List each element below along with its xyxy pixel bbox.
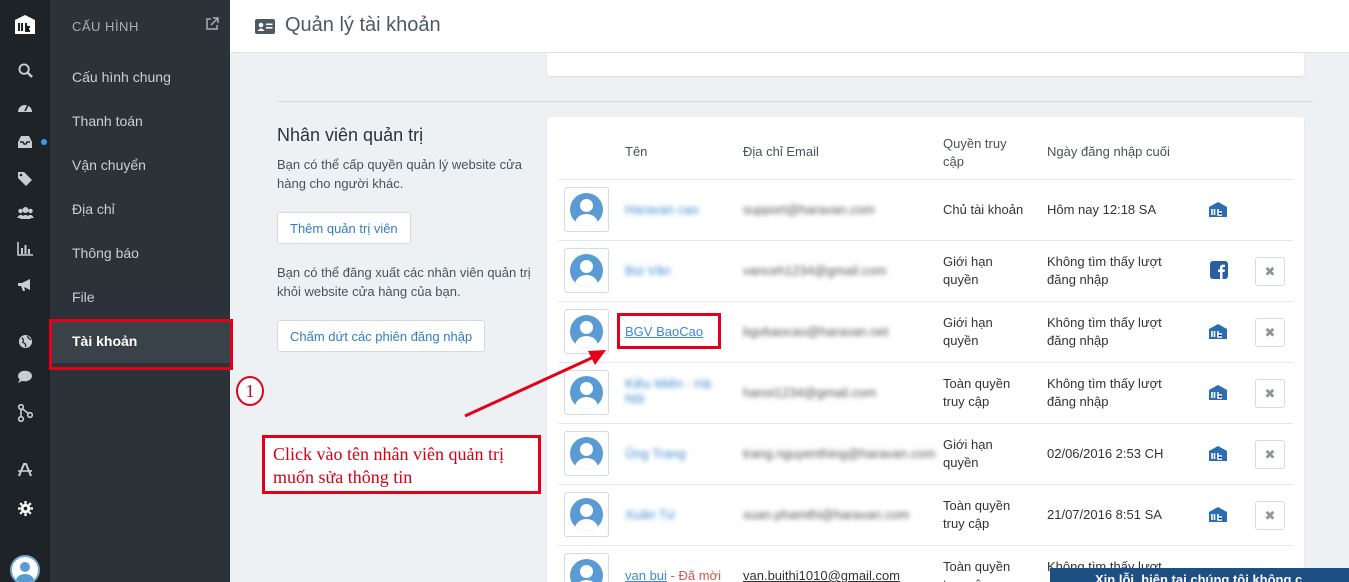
sidebar-item-shipping[interactable]: Vận chuyển <box>50 143 230 187</box>
staff-access: Giới hạn quyền <box>943 437 993 470</box>
sidebar-item-file[interactable]: File <box>50 275 230 319</box>
name-highlight <box>617 313 721 349</box>
staff-last-login: Không tìm thấy lượt đăng nhập <box>1047 254 1162 287</box>
avatar <box>564 553 609 582</box>
chat-bar[interactable]: Xin lỗi, hiện tại chúng tôi không c... <box>1050 568 1349 582</box>
staff-last-login: 02/06/2016 2:53 CH <box>1047 446 1164 461</box>
staff-access: Chủ tài khoản <box>943 202 1024 217</box>
staff-name-link[interactable]: van bui <box>625 568 667 582</box>
previous-section-card <box>547 53 1304 76</box>
stats-icon[interactable] <box>0 239 50 259</box>
facebook-icon <box>1210 261 1228 279</box>
delete-button[interactable]: ✖ <box>1255 440 1285 469</box>
staff-last-login: Hôm nay 12:18 SA <box>1047 202 1157 217</box>
staff-name-link[interactable]: Kiều Miên - Hà Nội <box>625 376 725 406</box>
arrow-icon <box>464 350 606 418</box>
table-row: Kiều Miên - Hà Nội hanoi1234@gmail.com T… <box>558 362 1293 423</box>
staff-access: Giới hạn quyền <box>943 254 993 287</box>
staff-last-login: 21/07/2016 8:51 SA <box>1047 507 1162 522</box>
staff-email: support@haravan.com <box>743 202 875 217</box>
header-email: Địa chỉ Email <box>743 144 819 159</box>
id-card-icon <box>255 19 275 34</box>
page-title: Quản lý tài khoản <box>285 14 441 36</box>
staff-email: trang.nguyenthing@haravan.com <box>743 446 936 461</box>
platform-logo-icon <box>1209 385 1227 400</box>
sidebar-item-general[interactable]: Cấu hình chung <box>50 55 230 99</box>
delete-button[interactable]: ✖ <box>1255 501 1285 530</box>
step-number: 1 <box>236 376 264 406</box>
staff-email: bgvbaocao@haravan.net <box>743 324 889 339</box>
staff-email: vanceh1234@gmail.com <box>743 263 887 278</box>
table-row: Xuân Tứ xuan.phamthi@haravan.com Toàn qu… <box>558 484 1293 545</box>
staff-access: Toàn quyền truy cập <box>943 559 1011 582</box>
platform-logo-icon <box>1209 446 1227 461</box>
page-header: Quản lý tài khoản <box>230 0 1349 53</box>
megaphone-icon[interactable] <box>0 275 50 295</box>
sidebar-item-address[interactable]: Địa chỉ <box>50 187 230 231</box>
sidebar-item-payment[interactable]: Thanh toán <box>50 99 230 143</box>
external-link-icon[interactable] <box>205 17 219 31</box>
avatar[interactable] <box>10 555 40 582</box>
avatar <box>564 492 609 537</box>
staff-last-login: Không tìm thấy lượt đăng nhập <box>1047 315 1162 348</box>
share-icon[interactable] <box>0 403 50 423</box>
chat-icon[interactable] <box>0 367 50 387</box>
notification-dot <box>41 139 47 145</box>
users-icon[interactable] <box>0 203 50 223</box>
invited-badge: - Đã mời <box>670 568 721 582</box>
add-admin-button[interactable]: Thêm quản trị viên <box>277 212 411 244</box>
avatar <box>564 431 609 476</box>
staff-name-link[interactable]: Bùi Vân <box>625 263 671 278</box>
avatar <box>564 187 609 232</box>
dashboard-icon[interactable] <box>0 96 50 116</box>
search-icon[interactable] <box>0 60 50 80</box>
staff-name-link[interactable]: Ủng Trang <box>625 446 686 461</box>
icon-rail <box>0 0 50 582</box>
staff-access: Toàn quyền truy cập <box>943 498 1011 531</box>
delete-button[interactable]: ✖ <box>1255 257 1285 286</box>
tags-icon[interactable] <box>0 168 50 188</box>
platform-logo-icon <box>1209 507 1227 522</box>
section-divider <box>277 101 1314 102</box>
gear-icon[interactable] <box>0 498 50 518</box>
header-access: Quyền truy cập <box>943 136 1007 169</box>
header-name: Tên <box>625 144 648 159</box>
staff-name-link[interactable]: Haravan cao <box>625 202 699 217</box>
staff-name-link[interactable]: Xuân Tứ <box>625 507 675 522</box>
instruction-callout: Click vào tên nhân viên quản trị muốn sử… <box>262 435 541 494</box>
terminate-sessions-button[interactable]: Chấm dứt các phiên đăng nhập <box>277 320 486 352</box>
table-row: Bùi Vân vanceh1234@gmail.com Giới hạn qu… <box>558 240 1293 301</box>
sidebar-highlight <box>49 319 233 370</box>
avatar <box>564 248 609 293</box>
sidebar-heading: CẤU HÌNH <box>72 19 139 34</box>
apps-icon[interactable] <box>0 459 50 479</box>
settings-sidebar: CẤU HÌNH Cấu hình chung Thanh toán Vận c… <box>50 0 230 582</box>
logout-description: Bạn có thể đăng xuất các nhân viên quản … <box>277 265 531 299</box>
staff-email: hanoi1234@gmail.com <box>743 385 877 400</box>
sidebar-item-notifications[interactable]: Thông báo <box>50 231 230 275</box>
section-description: Bạn có thể cấp quyền quản lý website cửa… <box>277 157 523 191</box>
table-row: Haravan cao support@haravan.com Chủ tài … <box>558 179 1293 240</box>
staff-email: xuan.phamthi@haravan.com <box>743 507 910 522</box>
logo-icon[interactable] <box>13 12 37 38</box>
table-row: Ủng Trang trang.nguyenthing@haravan.com … <box>558 423 1293 484</box>
staff-access: Toàn quyền truy cập <box>943 376 1011 409</box>
platform-logo-icon <box>1209 324 1227 339</box>
staff-email: van.buithi1010@gmail.com <box>743 568 901 582</box>
platform-logo-icon <box>1209 202 1227 217</box>
delete-button[interactable]: ✖ <box>1255 318 1285 347</box>
staff-last-login: Không tìm thấy lượt đăng nhập <box>1047 376 1162 409</box>
staff-access: Giới hạn quyền <box>943 315 993 348</box>
globe-icon[interactable] <box>0 331 50 351</box>
delete-button[interactable]: ✖ <box>1255 379 1285 408</box>
section-title: Nhân viên quản trị <box>277 125 424 145</box>
header-last-login: Ngày đăng nhập cuối <box>1047 144 1170 159</box>
